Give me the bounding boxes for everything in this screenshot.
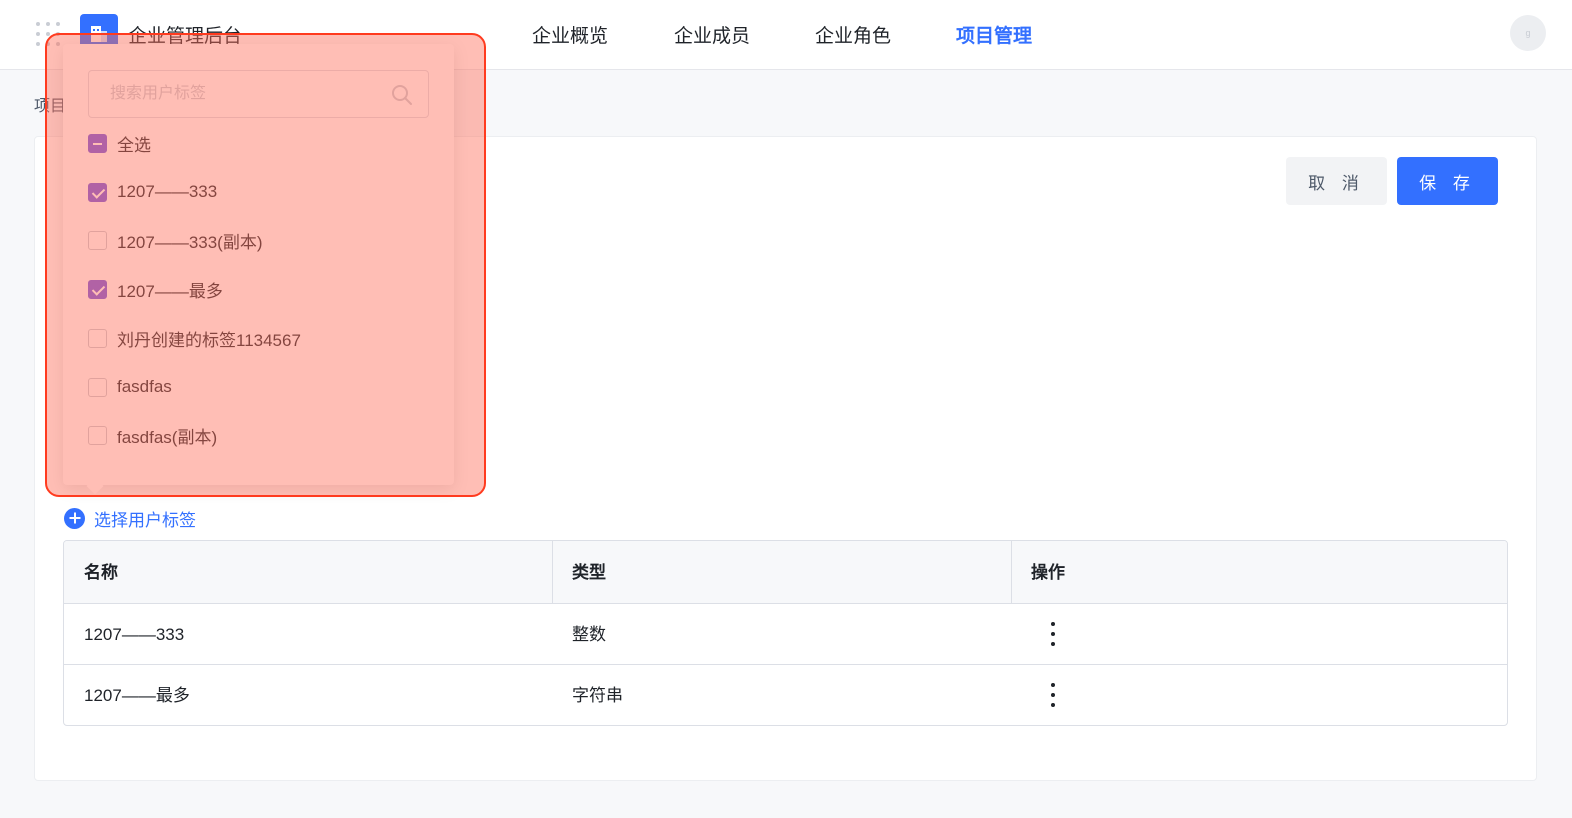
tag-option-label: fasdfas(副本) xyxy=(117,427,218,447)
tag-option[interactable]: 刘丹创建的标签1134567 xyxy=(88,327,301,350)
plus-circle-icon xyxy=(64,507,85,529)
select-all-checkbox[interactable] xyxy=(88,133,107,153)
cancel-button[interactable]: 取 消 xyxy=(1286,157,1387,205)
tag-option-label: 1207——333 xyxy=(117,182,218,201)
breadcrumb[interactable]: 项目 xyxy=(34,92,66,116)
tag-search-input[interactable] xyxy=(90,72,380,116)
nav-members[interactable]: 企业成员 xyxy=(674,21,750,48)
row-type: 整数 xyxy=(572,625,606,644)
select-all-label: 全选 xyxy=(117,135,151,155)
tag-option[interactable]: 1207——333(副本) xyxy=(88,229,263,252)
tag-checkbox[interactable] xyxy=(88,425,107,445)
tag-option[interactable]: 1207——最多 xyxy=(88,278,223,301)
tag-checkbox[interactable] xyxy=(88,230,107,250)
avatar[interactable]: g xyxy=(1510,15,1546,51)
tag-option-label: fasdfas xyxy=(117,377,172,396)
nav-roles[interactable]: 企业角色 xyxy=(815,21,891,48)
more-vertical-icon[interactable] xyxy=(1050,622,1056,646)
tag-option[interactable]: fasdfas xyxy=(88,376,172,398)
tag-checkbox[interactable] xyxy=(88,182,107,202)
tag-option-label: 1207——最多 xyxy=(117,281,223,301)
apps-grid-icon[interactable] xyxy=(34,20,62,48)
column-header-actions: 操作 xyxy=(1031,563,1065,582)
tag-checkbox[interactable] xyxy=(88,377,107,397)
nav-overview[interactable]: 企业概览 xyxy=(532,21,608,48)
select-user-tag-label: 选择用户标签 xyxy=(94,510,196,530)
column-header-name: 名称 xyxy=(84,563,118,582)
tag-checkbox[interactable] xyxy=(88,328,107,348)
select-all-option[interactable]: 全选 xyxy=(88,132,151,155)
table-header: 名称 类型 操作 xyxy=(64,541,1507,604)
tag-checkbox[interactable] xyxy=(88,279,107,299)
save-button[interactable]: 保 存 xyxy=(1397,157,1498,205)
tag-option-label: 1207——333(副本) xyxy=(117,232,263,252)
tag-search-box xyxy=(88,70,429,118)
select-user-tag-button[interactable]: 选择用户标签 xyxy=(64,507,196,530)
tag-option-label: 刘丹创建的标签1134567 xyxy=(117,330,301,350)
table-row: 1207——333 整数 xyxy=(64,604,1507,665)
more-vertical-icon[interactable] xyxy=(1050,683,1056,707)
tag-table: 名称 类型 操作 1207——333 整数 1207——最多 字符串 xyxy=(63,540,1508,726)
table-row: 1207——最多 字符串 xyxy=(64,665,1507,725)
row-type: 字符串 xyxy=(572,686,623,705)
tag-option[interactable]: 1207——333 xyxy=(88,181,217,203)
search-icon[interactable] xyxy=(391,84,413,106)
row-name: 1207——333 xyxy=(84,625,185,644)
row-name: 1207——最多 xyxy=(84,686,190,705)
nav-projects[interactable]: 项目管理 xyxy=(956,21,1032,48)
column-header-type: 类型 xyxy=(572,563,606,582)
tag-option[interactable]: fasdfas(副本) xyxy=(88,424,218,447)
